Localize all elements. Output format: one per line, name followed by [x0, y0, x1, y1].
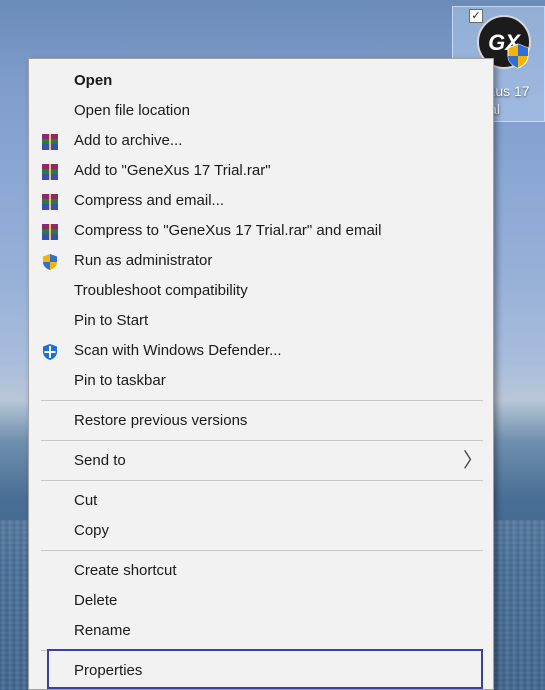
menu-separator: [41, 400, 483, 401]
menu-separator: [41, 550, 483, 551]
menu-item-compress-and-email[interactable]: Compress and email...: [29, 186, 493, 216]
chevron-right-icon: 〉: [463, 450, 483, 472]
menu-item-label: Rename: [74, 622, 131, 639]
winrar-icon: [41, 132, 59, 150]
menu-item-label: Send to: [74, 452, 126, 469]
menu-item-label: Pin to taskbar: [74, 372, 166, 389]
windows-defender-icon: [41, 342, 59, 360]
menu-item-compress-to-rar-and-email[interactable]: Compress to "GeneXus 17 Trial.rar" and e…: [29, 216, 493, 246]
winrar-icon: [41, 222, 59, 240]
menu-item-label: Compress and email...: [74, 192, 225, 209]
menu-item-create-shortcut[interactable]: Create shortcut: [29, 556, 493, 586]
menu-item-label: Scan with Windows Defender...: [74, 342, 282, 359]
winrar-icon: [41, 192, 59, 210]
menu-item-pin-to-start[interactable]: Pin to Start: [29, 306, 493, 336]
menu-item-label: Add to archive...: [74, 132, 183, 149]
menu-separator: [41, 440, 483, 441]
menu-item-send-to[interactable]: Send to 〉: [29, 446, 493, 476]
menu-item-open-file-location[interactable]: Open file location: [29, 96, 493, 126]
menu-item-copy[interactable]: Copy: [29, 516, 493, 546]
menu-item-label: Delete: [74, 592, 118, 609]
winrar-icon: [41, 162, 59, 180]
menu-item-pin-to-taskbar[interactable]: Pin to taskbar: [29, 366, 493, 396]
menu-item-label: Copy: [74, 522, 110, 539]
desktop-background: ✓ GX Xus 17 ial Open Open file location: [0, 0, 545, 690]
menu-item-add-to-rar[interactable]: Add to "GeneXus 17 Trial.rar": [29, 156, 493, 186]
menu-item-label: Create shortcut: [74, 562, 177, 579]
menu-item-label: Cut: [74, 492, 98, 509]
menu-item-cut[interactable]: Cut: [29, 486, 493, 516]
menu-item-label: Open file location: [74, 102, 190, 119]
uac-shield-icon: [41, 252, 59, 270]
menu-item-open[interactable]: Open: [29, 66, 493, 96]
menu-item-troubleshoot-compatibility[interactable]: Troubleshoot compatibility: [29, 276, 493, 306]
desktop-icon-label[interactable]: Xus 17 ial: [486, 82, 545, 118]
menu-item-run-as-administrator[interactable]: Run as administrator: [29, 246, 493, 276]
context-menu: Open Open file location Add to archive..…: [28, 58, 494, 690]
menu-item-label: Add to "GeneXus 17 Trial.rar": [74, 162, 271, 179]
menu-item-label: Run as administrator: [74, 252, 213, 269]
menu-item-restore-previous-versions[interactable]: Restore previous versions: [29, 406, 493, 436]
menu-item-label: Open: [74, 72, 113, 89]
menu-item-delete[interactable]: Delete: [29, 586, 493, 616]
menu-item-scan-with-windows-defender[interactable]: Scan with Windows Defender...: [29, 336, 493, 366]
menu-separator: [41, 480, 483, 481]
menu-item-rename[interactable]: Rename: [29, 616, 493, 646]
desktop-icon-label-line1: Xus 17: [486, 83, 530, 99]
menu-item-label: Troubleshoot compatibility: [74, 282, 248, 299]
menu-item-add-to-archive[interactable]: Add to archive...: [29, 126, 493, 156]
properties-highlight-box: [47, 649, 483, 689]
desktop-icon-label-line2: ial: [486, 100, 545, 118]
menu-item-label: Compress to "GeneXus 17 Trial.rar" and e…: [74, 222, 382, 239]
menu-item-label: Restore previous versions: [74, 412, 248, 429]
menu-item-label: Pin to Start: [74, 312, 149, 329]
